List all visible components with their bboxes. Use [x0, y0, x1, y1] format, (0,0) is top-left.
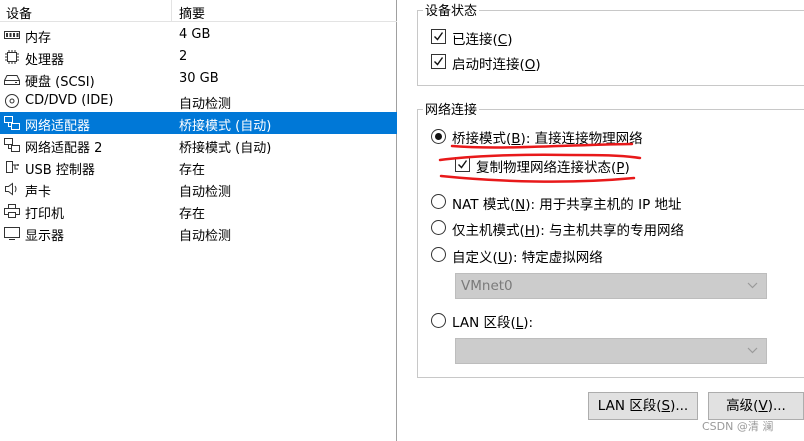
red-underline-annotation: [438, 142, 642, 183]
watermark: CSDN @清 澜: [702, 420, 774, 433]
